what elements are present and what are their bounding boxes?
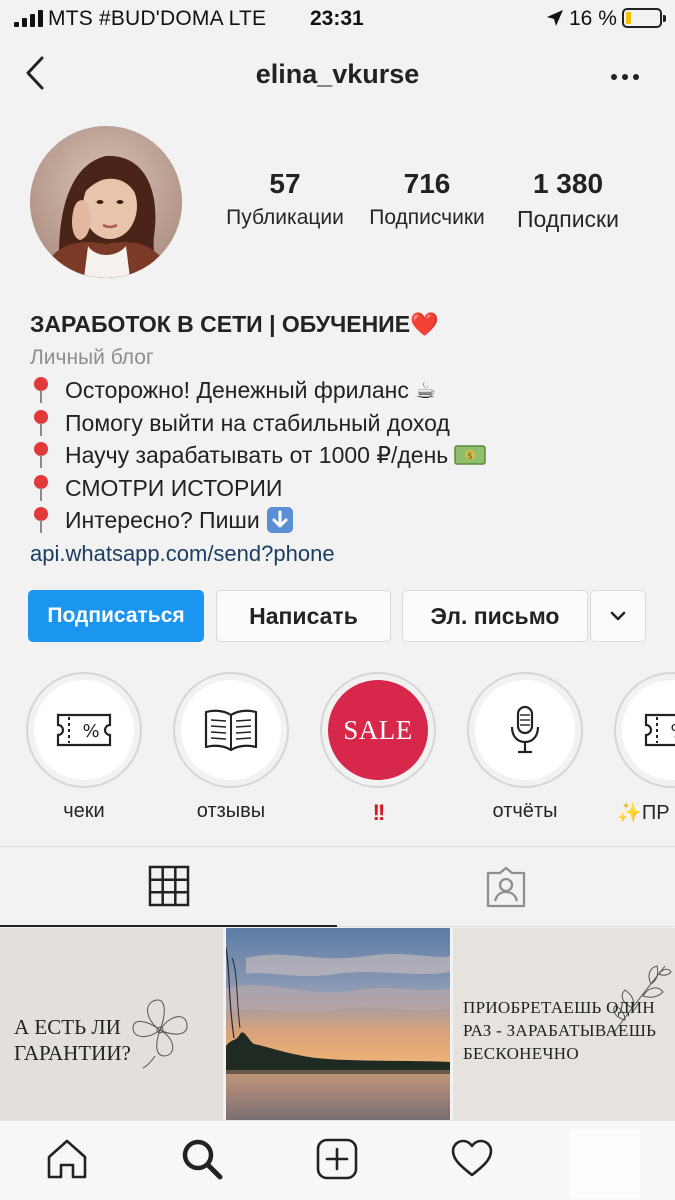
- stat-followers[interactable]: 716 Подписчики: [360, 168, 494, 233]
- location-arrow-icon: [547, 10, 563, 26]
- highlight-pr[interactable]: % ✨ПР: [613, 672, 675, 822]
- microphone-icon: [510, 705, 540, 754]
- profile-actions: Подписаться Написать Эл. письмо: [28, 590, 648, 644]
- grid-icon: [148, 865, 189, 907]
- profile-username: elina_vkurse: [255, 59, 420, 89]
- battery-percent: 16 %: [569, 7, 617, 30]
- chevron-down-icon: [610, 611, 626, 621]
- bio-line: Интересно? Пиши: [30, 504, 660, 537]
- posts-grid: А ЕСТЬ ЛИ ГАРАНТИИ? ПРИОБРЕТАЕШЬ ОДИН РА…: [0, 928, 675, 1120]
- nav-new-post[interactable]: [315, 1137, 359, 1181]
- svg-text:%: %: [82, 721, 99, 742]
- post-caption-text: ПРИОБРЕТАЕШЬ ОДИН РАЗ - ЗАРАБАТЫВАЕШЬ БЕ…: [463, 998, 657, 1063]
- suggested-accounts-button[interactable]: [590, 590, 646, 642]
- nav-search[interactable]: [180, 1137, 224, 1181]
- bio-link[interactable]: api.whatsapp.com/send?phone: [30, 537, 660, 571]
- profile-stats: 57 Публикации 716 Подписчики 1 380 Подпи…: [210, 168, 660, 233]
- tab-grid[interactable]: [0, 847, 337, 927]
- bio-category: Личный блог: [30, 346, 154, 369]
- status-bar: MTS #BUD'DOMA LTE 23:31 16 %: [0, 0, 675, 38]
- signal-icon: [14, 9, 43, 27]
- battery-level: [626, 12, 631, 24]
- open-book-icon: [204, 709, 258, 752]
- receipt-percent-icon: %: [56, 713, 112, 747]
- highlight-otzyvy[interactable]: отзывы: [172, 672, 290, 822]
- highlight-cheki[interactable]: % чеки: [25, 672, 143, 822]
- carrier-label: MTS #BUD'DOMA LTE: [48, 7, 267, 30]
- bio-line-text: Интересно? Пиши: [65, 507, 260, 533]
- arrow-down-icon: [266, 507, 293, 534]
- pushpin-icon: [34, 442, 48, 469]
- home-icon: [47, 1139, 87, 1179]
- stat-posts-label: Публикации: [226, 206, 344, 229]
- highlight-label: !!: [372, 800, 386, 822]
- highlight-otchety[interactable]: отчёты: [466, 672, 584, 822]
- battery-icon: [622, 8, 666, 28]
- highlight-label: ✨ПР: [617, 802, 670, 822]
- message-button[interactable]: Написать: [216, 590, 391, 642]
- email-button[interactable]: Эл. письмо: [402, 590, 588, 642]
- profile-header: elina_vkurse: [0, 44, 675, 108]
- highlight-label: отзывы: [196, 800, 266, 822]
- highlight-sale[interactable]: SALE !!: [319, 672, 437, 822]
- pushpin-icon: [34, 507, 48, 534]
- bio-line: Помогу выйти на стабильный доход: [30, 407, 660, 440]
- stat-following-count: 1 380: [532, 168, 604, 199]
- bio-line-text: Осторожно! Денежный фриланс ☕: [65, 377, 436, 403]
- add-post-icon: [316, 1138, 358, 1180]
- story-highlights: % чеки отзывы SALE !! отчёты ✨ПР: [0, 672, 675, 822]
- post-thumbnail[interactable]: А ЕСТЬ ЛИ ГАРАНТИИ?: [0, 928, 223, 1120]
- avatar[interactable]: [30, 126, 182, 278]
- pushpin-icon: [34, 409, 48, 436]
- stat-posts[interactable]: 57 Публикации: [210, 168, 360, 233]
- post-thumbnail[interactable]: [226, 928, 450, 1120]
- nav-profile-placeholder[interactable]: [570, 1129, 640, 1199]
- profile-tabs: [0, 847, 675, 927]
- stat-followers-label: Подписчики: [369, 206, 485, 229]
- profile-bio: ЗАРАБОТОК В СЕТИ | ОБУЧЕНИЕ❤️ Личный бло…: [30, 306, 660, 571]
- sunset-lake-photo: [226, 928, 450, 1120]
- stat-posts-count: 57: [269, 168, 301, 199]
- bio-line: Научу зарабатывать от 1000 ₽/день $: [30, 439, 660, 472]
- highlight-label: чеки: [63, 800, 105, 822]
- follow-button[interactable]: Подписаться: [28, 590, 204, 642]
- post-thumbnail[interactable]: ПРИОБРЕТАЕШЬ ОДИН РАЗ - ЗАРАБАТЫВАЕШЬ БЕ…: [453, 928, 675, 1120]
- svg-text:$: $: [467, 452, 473, 462]
- sale-cover-text: SALE: [343, 714, 413, 745]
- heart-icon: [451, 1139, 493, 1177]
- stat-followers-count: 716: [403, 168, 451, 199]
- pushpin-icon: [34, 377, 48, 404]
- tab-tagged[interactable]: [337, 847, 674, 927]
- search-icon: [182, 1139, 223, 1180]
- bio-line-text: Научу зарабатывать от 1000 ₽/день: [65, 442, 449, 468]
- more-horizontal-icon[interactable]: [603, 62, 647, 92]
- stat-following-label: Подписки: [517, 206, 619, 232]
- stat-following[interactable]: 1 380 Подписки: [494, 168, 642, 233]
- bio-line-text: Помогу выйти на стабильный доход: [65, 409, 450, 436]
- nav-home[interactable]: [45, 1137, 89, 1181]
- bio-line: СМОТРИ ИСТОРИИ: [30, 472, 660, 505]
- nav-activity[interactable]: [450, 1137, 494, 1181]
- post-caption-text: А ЕСТЬ ЛИ ГАРАНТИИ?: [14, 1015, 131, 1065]
- avatar-photo: [30, 126, 182, 278]
- svg-text:%: %: [670, 721, 675, 742]
- receipt-percent-icon: %: [644, 713, 675, 747]
- bio-name: ЗАРАБОТОК В СЕТИ | ОБУЧЕНИЕ❤️: [30, 311, 439, 337]
- pushpin-icon: [34, 474, 48, 501]
- bio-line: Осторожно! Денежный фриланс ☕: [30, 374, 660, 407]
- money-icon: $: [454, 445, 487, 465]
- highlight-label: отчёты: [492, 800, 558, 822]
- bottom-nav: [0, 1120, 675, 1200]
- tagged-person-icon: [486, 866, 525, 907]
- bio-line-text: СМОТРИ ИСТОРИИ: [65, 474, 283, 501]
- clock: 23:31: [310, 7, 364, 30]
